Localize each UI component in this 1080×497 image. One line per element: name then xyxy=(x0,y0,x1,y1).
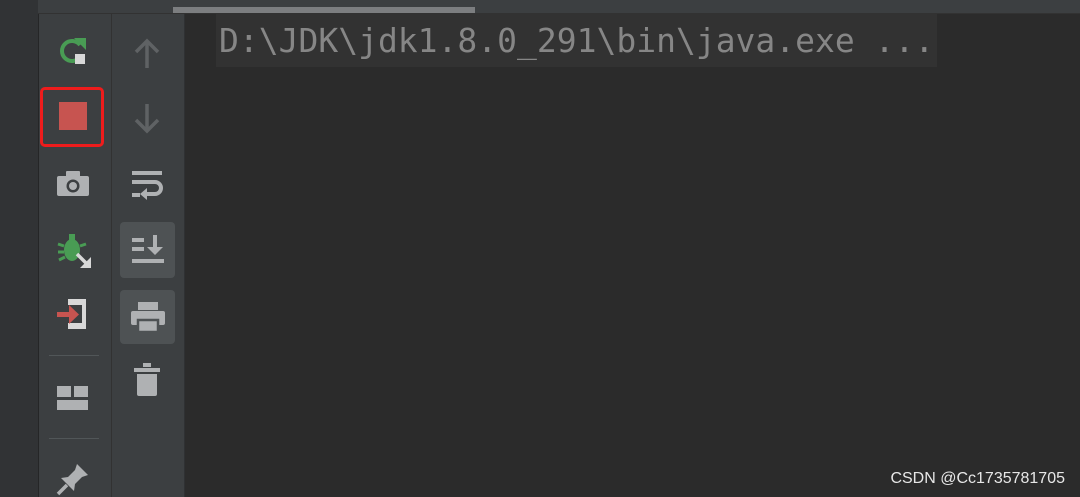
clear-all-button[interactable] xyxy=(126,359,168,401)
active-tab-indicator[interactable] xyxy=(173,7,475,13)
scroll-to-end-icon xyxy=(131,235,164,263)
trash-icon xyxy=(134,363,160,396)
up-stack-trace-button[interactable] xyxy=(126,33,168,73)
watermark: CSDN @Cc1735781705 xyxy=(890,470,1065,487)
dump-threads-button[interactable] xyxy=(53,163,93,203)
exit-icon xyxy=(57,299,86,329)
attach-debugger-button[interactable] xyxy=(53,228,97,272)
arrow-up-icon xyxy=(134,38,160,68)
stop-icon xyxy=(59,102,87,130)
left-tool-window-strip xyxy=(0,0,39,497)
exit-button[interactable] xyxy=(53,294,93,334)
arrow-down-icon xyxy=(134,104,160,134)
print-icon xyxy=(130,302,165,334)
pin-tab-button[interactable] xyxy=(53,460,93,497)
print-button[interactable] xyxy=(120,290,175,344)
stop-button[interactable] xyxy=(53,96,93,136)
soft-wrap-button[interactable] xyxy=(126,163,168,205)
restore-layout-button[interactable] xyxy=(53,378,93,418)
pin-icon xyxy=(56,463,88,495)
console-output-area[interactable] xyxy=(185,14,1080,497)
camera-icon xyxy=(57,171,89,196)
toolbar-separator xyxy=(49,355,99,356)
toolbar-separator xyxy=(49,438,99,439)
layout-icon xyxy=(57,386,88,410)
rerun-button[interactable] xyxy=(53,30,93,70)
bug-icon xyxy=(57,234,91,268)
rerun-icon xyxy=(60,38,86,64)
console-command-line[interactable]: D:\JDK\jdk1.8.0_291\bin\java.exe ... xyxy=(216,14,938,67)
scroll-to-end-toggle[interactable] xyxy=(120,222,175,278)
down-stack-trace-button[interactable] xyxy=(126,99,168,139)
soft-wrap-icon xyxy=(132,171,163,200)
tool-window-header xyxy=(38,0,1080,14)
